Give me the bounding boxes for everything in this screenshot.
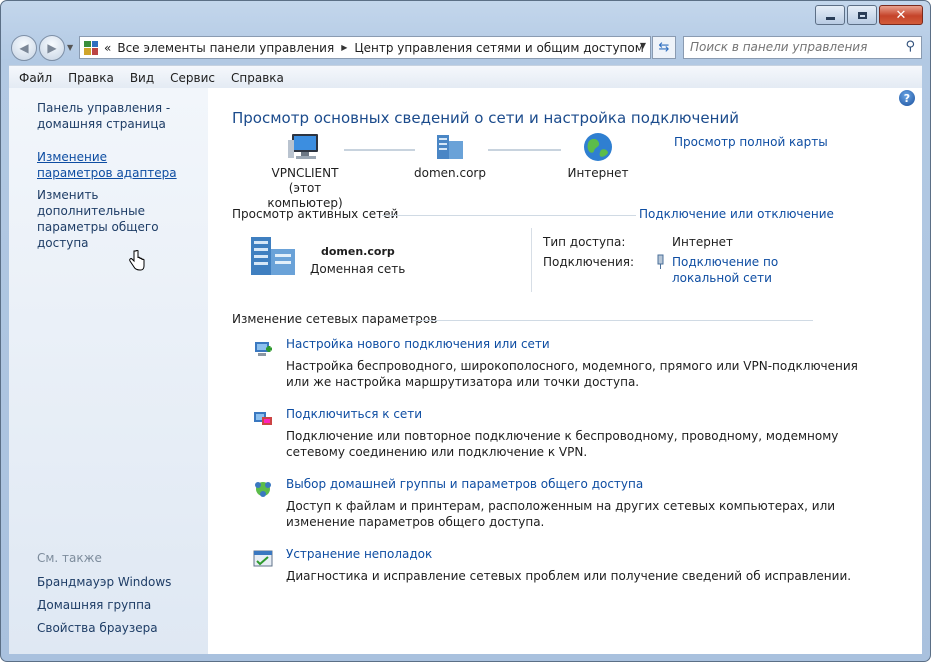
task-desc-line: изменение параметров общего доступа. [286,515,545,529]
maximize-button[interactable] [847,5,877,25]
active-network-type[interactable]: Доменная сеть [310,262,405,276]
network-divider [531,228,532,292]
sidebar-link-sharing-settings[interactable]: Изменить дополнительные параметры общего… [37,187,202,251]
breadcrumb-network-center[interactable]: Центр управления сетями и общим доступом [354,41,643,55]
map-node-internet[interactable]: Интернет [556,132,640,181]
map-node-domain-name: domen.corp [414,166,486,180]
menu-tools[interactable]: Сервис [162,71,223,85]
connections-label: Подключения: [543,255,635,269]
search-input[interactable] [684,37,890,56]
task-desc-line: Диагностика и исправление сетевых пробле… [286,569,852,583]
address-prefix[interactable]: « [104,41,111,55]
access-type-label: Тип доступа: [543,235,626,249]
computer-icon [288,134,318,159]
ethernet-icon [657,254,664,269]
full-map-link[interactable]: Просмотр полной карты [674,135,828,149]
close-icon: ✕ [895,7,907,23]
task-desc-line: или же настройка маршрутизатора или точк… [286,375,640,389]
breadcrumb-all-items[interactable]: Все элементы панели управления [117,41,334,55]
see-also-internet-options[interactable]: Свойства браузера [37,620,158,636]
menu-bar: Файл Правка Вид Сервис Справка [9,65,922,89]
arrow-right-icon: ▶ [47,41,57,55]
see-also-label: См. также [37,551,102,565]
forward-button[interactable]: ▶ [39,35,65,61]
refresh-icon: ⇆ [658,40,670,55]
address-bar[interactable]: « Все элементы панели управления ▶ Центр… [79,36,651,59]
back-button[interactable]: ◀ [11,35,37,61]
map-node-internet-name: Интернет [567,166,629,180]
task-desc-line: Подключение или повторное подключение к … [286,429,839,443]
globe-icon [584,133,612,161]
map-link-line [488,149,561,151]
connect-disconnect-link[interactable]: Подключение или отключение [639,207,834,221]
close-button[interactable]: ✕ [879,5,923,25]
minimize-button[interactable] [815,5,845,25]
connect-network-icon [254,412,272,425]
arrow-left-icon: ◀ [19,41,29,55]
menu-file[interactable]: Файл [9,71,60,85]
domain-network-icon [251,237,295,275]
homegroup-icon [255,482,271,497]
task-new-connection-desc: Настройка беспроводного, широкополосного… [286,358,858,390]
active-network-name: domen.corp [321,245,395,258]
domain-network-icon [437,135,463,159]
task-desc-line: Настройка беспроводного, широкополосного… [286,359,858,373]
access-type-value: Интернет [672,235,734,249]
task-new-connection-link[interactable]: Настройка нового подключения или сети [286,337,550,351]
breadcrumb-separator[interactable]: ▶ [341,43,347,52]
task-desc-line: сетевому соединению или подключение к VP… [286,445,588,459]
hand-cursor-icon [129,250,145,271]
sidebar-link-home[interactable]: Панель управления - домашняя страница [37,100,177,132]
change-settings-header: Изменение сетевых параметров [232,312,438,326]
recent-pages-dropdown[interactable]: ▼ [67,43,73,52]
map-node-computer[interactable]: VPNCLIENT (этот компьютер) [252,132,358,211]
control-panel-icon [84,40,98,55]
local-connection-link[interactable]: Подключение по локальной сети [672,254,782,286]
troubleshoot-icon [253,550,273,567]
active-networks-header: Просмотр активных сетей [232,207,399,221]
search-icon[interactable]: ⚲ [905,39,915,54]
task-homegroup-link[interactable]: Выбор домашней группы и параметров общег… [286,477,643,491]
address-dropdown-icon[interactable]: ▼ [640,41,646,50]
menu-edit[interactable]: Правка [60,71,122,85]
section-divider [382,215,636,216]
main-content: ? Просмотр основных сведений о сети и на… [208,88,922,654]
task-troubleshoot-desc: Диагностика и исправление сетевых пробле… [286,568,851,584]
see-also-firewall[interactable]: Брандмауэр Windows [37,574,171,590]
refresh-button[interactable]: ⇆ [652,36,676,59]
task-desc-line: Доступ к файлам и принтерам, расположенн… [286,499,836,513]
window: ✕ ◀ ▶ ▼ « Все элементы панели управления… [0,0,931,662]
minimize-icon [825,16,835,20]
navigation-bar: ◀ ▶ ▼ « Все элементы панели управления ▶… [9,35,922,61]
map-node-computer-name: VPNCLIENT [271,166,339,180]
sidebar-link-adapter-settings[interactable]: Изменение параметров адаптера [37,149,177,181]
see-also-homegroup[interactable]: Домашняя группа [37,597,151,613]
task-connect-network-link[interactable]: Подключиться к сети [286,407,422,421]
menu-help[interactable]: Справка [223,71,292,85]
page-title: Просмотр основных сведений о сети и наст… [232,109,739,127]
task-connect-network-desc: Подключение или повторное подключение к … [286,428,838,460]
section-divider [413,320,813,321]
sidebar: Панель управления - домашняя страница Из… [9,88,208,654]
maximize-icon [857,11,867,19]
map-node-domain[interactable]: domen.corp [405,132,495,181]
new-connection-icon [255,342,272,356]
help-icon[interactable]: ? [899,90,915,106]
task-troubleshoot-link[interactable]: Устранение неполадок [286,547,432,561]
search-box[interactable]: ⚲ [683,36,922,59]
caption-buttons: ✕ [815,5,923,25]
task-homegroup-desc: Доступ к файлам и принтерам, расположенн… [286,498,835,530]
menu-view[interactable]: Вид [122,71,162,85]
